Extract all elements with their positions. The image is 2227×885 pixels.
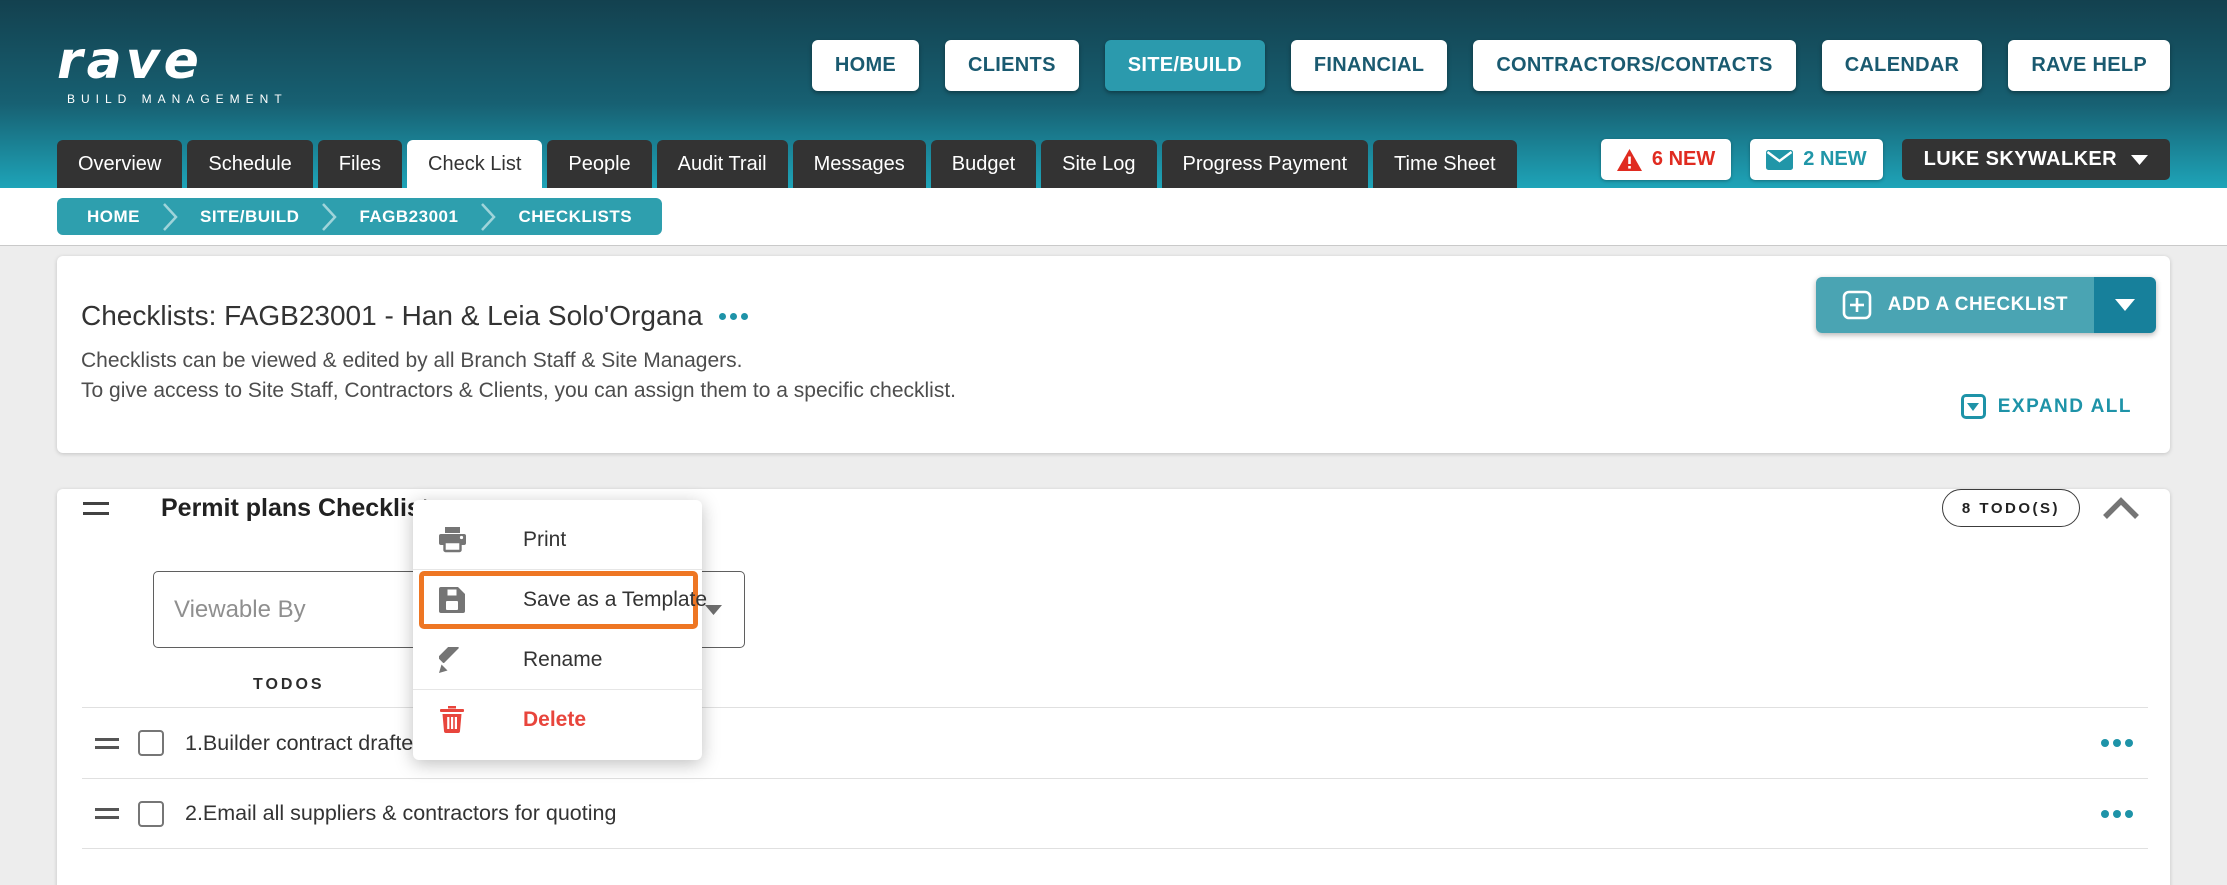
nav-calendar-button[interactable]: CALENDAR [1821,40,1983,91]
menu-item-save-as-template[interactable]: Save as a Template [424,576,707,624]
todo-list: 1.Builder contract drafted 2.Email all s… [57,707,2170,849]
checklist-title: Permit plans Checklist [161,493,430,522]
menu-item-label: Save as a Template [523,588,708,611]
rave-logo-subtitle: BUILD MANAGEMENT [67,92,288,106]
breadcrumb-checklists[interactable]: CHECKLISTS [488,207,662,227]
page-title: Checklists: FAGB23001 - Han & Leia Solo'… [81,300,703,331]
caret-down-icon [705,604,722,615]
add-checklist-label: ADD A CHECKLIST [1887,294,2068,315]
project-tabs: Overview Schedule Files Check List Peopl… [57,140,1517,188]
user-name: LUKE SKYWALKER [1923,148,2117,170]
breadcrumb-project-id[interactable]: FAGB23001 [329,207,488,227]
warning-triangle-icon [1616,148,1642,171]
rave-logo[interactable]: rave BUILD MANAGEMENT [57,34,288,106]
printer-icon [438,526,466,553]
message-alerts-count: 2 NEW [1803,148,1867,170]
expand-all-icon [1960,394,1986,419]
todo-row: 1.Builder contract drafted [82,707,2148,778]
todo-drag-handle-icon[interactable] [95,737,119,749]
todo-text: 1.Builder contract drafted [185,730,426,755]
tab-people[interactable]: People [547,140,652,188]
tab-overview[interactable]: Overview [57,140,183,188]
warning-alerts-badge[interactable]: 6 NEW [1600,139,1732,180]
viewable-by-placeholder: Viewable By [174,595,306,623]
alerts-area: 6 NEW 2 NEW LUKE SKYWALKER [1600,139,2170,180]
page-description-line-2: To give access to Site Staff, Contractor… [81,379,957,402]
tab-schedule[interactable]: Schedule [187,140,313,188]
page-header-card: Checklists: FAGB23001 - Han & Leia Solo'… [57,256,2170,453]
menu-divider [413,569,702,570]
expand-all-label: EXPAND ALL [1997,395,2132,417]
save-icon [438,587,466,613]
todo-checkbox[interactable] [138,730,164,756]
message-alerts-badge[interactable]: 2 NEW [1750,139,1883,180]
add-checklist-split-button: ADD A CHECKLIST [1815,277,2156,333]
todo-more-icon[interactable] [2101,739,2133,747]
caret-down-icon [2115,299,2135,311]
nav-financial-button[interactable]: FINANCIAL [1290,40,1448,91]
chevron-up-icon [2103,496,2139,519]
checklist-card: Permit plans Checklist 8 TODO(S) Viewabl… [57,489,2170,885]
nav-contractors-contacts-button[interactable]: CONTRACTORS/CONTACTS [1473,40,1796,91]
nav-rave-help-button[interactable]: RAVE HELP [2008,40,2170,91]
plus-square-icon [1842,290,1872,320]
todos-column-label: TODOS [253,676,325,693]
menu-item-label: Rename [523,647,603,671]
tab-time-sheet[interactable]: Time Sheet [1373,140,1517,188]
tab-files[interactable]: Files [317,140,402,188]
add-checklist-dropdown-button[interactable] [2094,277,2156,333]
breadcrumb-site-build[interactable]: SITE/BUILD [170,207,329,227]
chevron-down-icon [2131,154,2148,165]
breadcrumb-strip: HOME SITE/BUILD FAGB23001 CHECKLISTS [0,188,2227,246]
main-content: Checklists: FAGB23001 - Han & Leia Solo'… [0,246,2227,885]
menu-item-highlight-box: Save as a Template [419,571,707,629]
todo-row: 2.Email all suppliers & contractors for … [82,778,2148,849]
page-title-more-icon[interactable] [718,312,748,320]
checklist-drag-handle-icon[interactable] [83,501,109,515]
rave-logo-text: rave [57,31,203,91]
menu-item-label: Print [523,527,567,551]
todo-checkbox[interactable] [138,800,164,827]
menu-item-print[interactable]: Print [413,510,702,569]
expand-all-button[interactable]: EXPAND ALL [1960,394,2132,419]
todo-count-badge: 8 TODO(S) [1941,489,2080,527]
tab-site-log[interactable]: Site Log [1041,140,1157,188]
breadcrumb-home[interactable]: HOME [57,207,170,227]
todo-more-icon[interactable] [2101,809,2133,818]
pencil-icon [438,646,466,673]
tab-budget[interactable]: Budget [930,140,1037,188]
todo-text: 2.Email all suppliers & contractors for … [185,801,617,825]
nav-home-button[interactable]: HOME [811,40,920,91]
envelope-icon [1766,149,1794,170]
tab-messages[interactable]: Messages [792,140,926,188]
nav-clients-button[interactable]: CLIENTS [945,40,1079,91]
collapse-checklist-button[interactable] [2102,496,2140,520]
menu-item-delete[interactable]: Delete [413,690,702,749]
app-header: rave BUILD MANAGEMENT HOME CLIENTS SITE/… [0,0,2227,188]
page-description-line-1: Checklists can be viewed & edited by all… [81,349,743,372]
menu-item-rename[interactable]: Rename [413,630,702,689]
nav-site-build-button[interactable]: SITE/BUILD [1104,40,1265,91]
todo-drag-handle-icon[interactable] [95,808,119,819]
warning-alerts-count: 6 NEW [1651,148,1716,170]
user-menu-button[interactable]: LUKE SKYWALKER [1901,139,2170,180]
menu-item-label: Delete [523,707,587,731]
trash-icon [438,706,466,733]
breadcrumb: HOME SITE/BUILD FAGB23001 CHECKLISTS [57,198,663,235]
tab-audit-trail[interactable]: Audit Trail [656,140,788,188]
checklist-context-menu: Print Save as a Template Rename Delete [413,500,707,760]
top-nav: HOME CLIENTS SITE/BUILD FINANCIAL CONTRA… [811,40,2170,91]
tab-progress-payment[interactable]: Progress Payment [1161,140,1369,188]
tab-check-list[interactable]: Check List [407,140,543,188]
add-checklist-button[interactable]: ADD A CHECKLIST [1815,277,2094,333]
